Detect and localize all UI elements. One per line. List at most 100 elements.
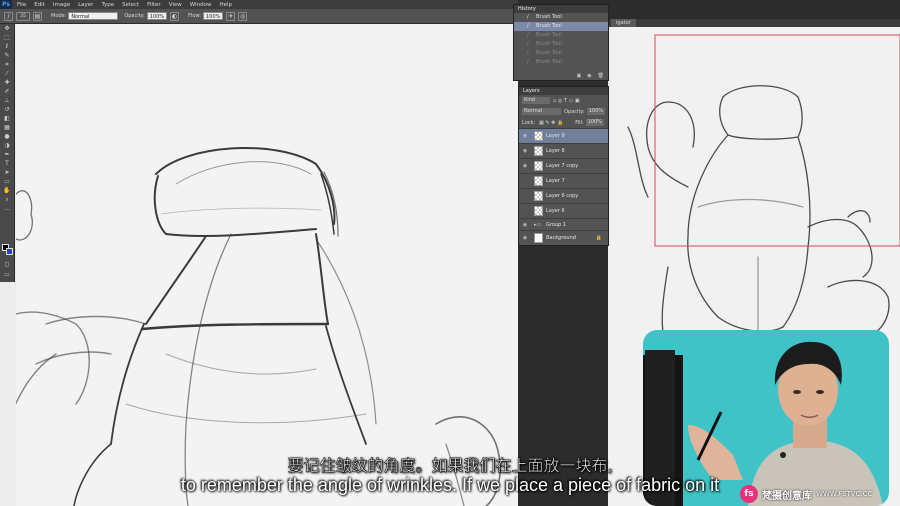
move-tool-icon[interactable]: ✥	[3, 25, 11, 33]
visibility-eye-icon[interactable]: ◉	[519, 222, 531, 228]
layer-row[interactable]: Layer 7	[519, 173, 608, 188]
menu-select[interactable]: Select	[122, 2, 139, 8]
healing-brush-icon[interactable]: ✚	[3, 79, 11, 87]
type-tool-icon[interactable]: T	[3, 160, 11, 168]
eraser-tool-icon[interactable]: ◧	[3, 115, 11, 123]
layer-row[interactable]: Layer 6	[519, 203, 608, 218]
history-brush-icon[interactable]: ↺	[3, 106, 11, 114]
path-select-icon[interactable]: ➤	[3, 169, 11, 177]
brush-icon: /	[527, 32, 529, 38]
layer-name: Layer 7	[546, 178, 565, 184]
menu-window[interactable]: Window	[190, 2, 212, 8]
quick-mask-icon[interactable]: ◻	[3, 261, 11, 269]
main-canvas[interactable]	[16, 24, 518, 506]
layer-filter-row: Kind ▫ ◎ T ▭ ▣	[519, 95, 608, 106]
layer-lock-row: Lock: ▦ ✎ ✥ 🔒 Fill: 100%	[519, 117, 608, 128]
background-color-swatch[interactable]	[6, 248, 13, 255]
screen-mode-icon[interactable]: ▭	[3, 271, 11, 279]
history-item[interactable]: / Brush Tool	[514, 58, 608, 67]
airbrush-icon[interactable]: ✈	[226, 11, 236, 21]
history-item-selected[interactable]: / Brush Tool	[514, 22, 608, 31]
menu-filter[interactable]: Filter	[147, 2, 161, 8]
lasso-tool-icon[interactable]: ℓ	[3, 43, 11, 51]
layers-panel: Layers Kind ▫ ◎ T ▭ ▣ Normal Opacity: 10…	[518, 86, 609, 246]
brush-tool-icon[interactable]: ✐	[3, 88, 11, 96]
layer-name: Group 1	[546, 221, 566, 228]
menu-edit[interactable]: Edit	[34, 2, 45, 8]
layer-kind-filter[interactable]: Kind	[522, 97, 550, 104]
layer-row-selected[interactable]: ◉ Layer 9	[519, 128, 608, 143]
watermark-name: 梵摄创意库	[762, 490, 812, 502]
clone-stamp-icon[interactable]: ⊥	[3, 97, 11, 105]
brush-preset-picker[interactable]: 35	[16, 11, 30, 21]
history-item-label: Brush Tool	[536, 14, 562, 20]
gradient-tool-icon[interactable]: ▦	[3, 124, 11, 132]
more-tools-icon[interactable]: …	[3, 205, 11, 213]
pen-tool-icon[interactable]: ✒	[3, 151, 11, 159]
menu-type[interactable]: Type	[101, 2, 114, 8]
layer-opacity-label: Opacity:	[564, 108, 585, 115]
eyedropper-icon[interactable]: ⁄	[3, 70, 11, 78]
visibility-eye-icon[interactable]: ◉	[519, 235, 531, 241]
layer-name: Background	[546, 235, 576, 241]
blur-tool-icon[interactable]: ●	[3, 133, 11, 141]
pressure-size-icon[interactable]: ◎	[238, 11, 248, 21]
history-item[interactable]: / Brush Tool	[514, 40, 608, 49]
layer-name: Layer 8	[546, 148, 565, 154]
visibility-eye-icon[interactable]: ◉	[519, 148, 531, 154]
layer-group-row[interactable]: ◉ ▸▭ Group 1	[519, 218, 608, 230]
layer-name: Layer 7 copy	[546, 163, 579, 169]
history-panel: History / Brush Tool / Brush Tool / Brush T…	[513, 4, 609, 81]
background-layer-row[interactable]: ◉ Background 🔒	[519, 230, 608, 245]
quick-select-icon[interactable]: ✎	[3, 52, 11, 60]
layer-thumbnail	[534, 206, 543, 216]
menu-image[interactable]: Image	[53, 2, 70, 8]
marquee-tool-icon[interactable]: ⬚	[3, 34, 11, 42]
menu-view[interactable]: View	[169, 2, 182, 8]
layer-row[interactable]: Layer 6 copy	[519, 188, 608, 203]
layer-blend-row: Normal Opacity: 100%	[519, 106, 608, 117]
dodge-tool-icon[interactable]: ◑	[3, 142, 11, 150]
layer-name: Layer 9	[546, 133, 565, 139]
brush-panel-icon[interactable]: ▤	[33, 11, 42, 21]
hand-tool-icon[interactable]: ✋	[3, 187, 11, 195]
visibility-eye-icon[interactable]: ◉	[519, 133, 531, 139]
menu-layer[interactable]: Layer	[78, 2, 93, 8]
brush-icon: /	[527, 59, 529, 65]
new-snapshot-icon[interactable]: ◉	[587, 73, 591, 79]
watermark-url: WWW.FSTVC.CC	[816, 490, 873, 498]
layer-opacity-field[interactable]: 100%	[586, 108, 605, 115]
history-item[interactable]: / Brush Tool	[514, 13, 608, 22]
lock-icons[interactable]: ▦ ✎ ✥ 🔒	[539, 120, 563, 126]
menu-help[interactable]: Help	[219, 2, 232, 8]
subtitle-chinese: 要记住皱纹的角度。如果我们在上面放一块布,	[287, 456, 613, 476]
filter-icons[interactable]: ▫ ◎ T ▭ ▣	[553, 98, 580, 104]
history-item-label: Brush Tool	[536, 59, 562, 65]
visibility-eye-icon[interactable]: ◉	[519, 163, 531, 169]
crop-tool-icon[interactable]: ⌗	[3, 61, 11, 69]
flow-field[interactable]: 100%	[203, 12, 224, 20]
navigator-doc-tab[interactable]: igator	[611, 19, 636, 27]
blend-mode-select[interactable]: Normal	[522, 108, 562, 115]
flow-label: Flow:	[188, 13, 201, 19]
zoom-tool-icon[interactable]: ⌕	[3, 196, 11, 204]
mode-select[interactable]: Normal	[68, 12, 119, 20]
pressure-opacity-icon[interactable]: ◐	[170, 11, 180, 21]
menu-file[interactable]: File	[17, 2, 26, 8]
layer-row[interactable]: ◉ Layer 8	[519, 143, 608, 158]
opacity-label: Opacity:	[124, 13, 145, 19]
layer-row[interactable]: ◉ Layer 7 copy	[519, 158, 608, 173]
snapshot-from-state-icon[interactable]: ▣	[577, 73, 582, 79]
shape-tool-icon[interactable]: ▭	[3, 178, 11, 186]
toolbox: ✥ ⬚ ℓ ✎ ⌗ ⁄ ✚ ✐ ⊥ ↺ ◧ ▦ ● ◑ ✒ T ➤ ▭ ✋ ⌕ …	[0, 24, 15, 282]
layer-thumbnail	[534, 161, 543, 171]
history-item[interactable]: / Brush Tool	[514, 31, 608, 40]
history-item[interactable]: / Brush Tool	[514, 49, 608, 58]
history-panel-title: History	[514, 5, 608, 13]
opacity-field[interactable]: 100%	[146, 12, 168, 20]
delete-state-icon[interactable]: 🗑	[598, 73, 604, 79]
fill-field[interactable]: 100%	[585, 119, 604, 126]
brush-icon: /	[527, 50, 529, 56]
brush-tool-icon[interactable]: /	[4, 11, 13, 21]
brush-icon: /	[527, 14, 529, 20]
